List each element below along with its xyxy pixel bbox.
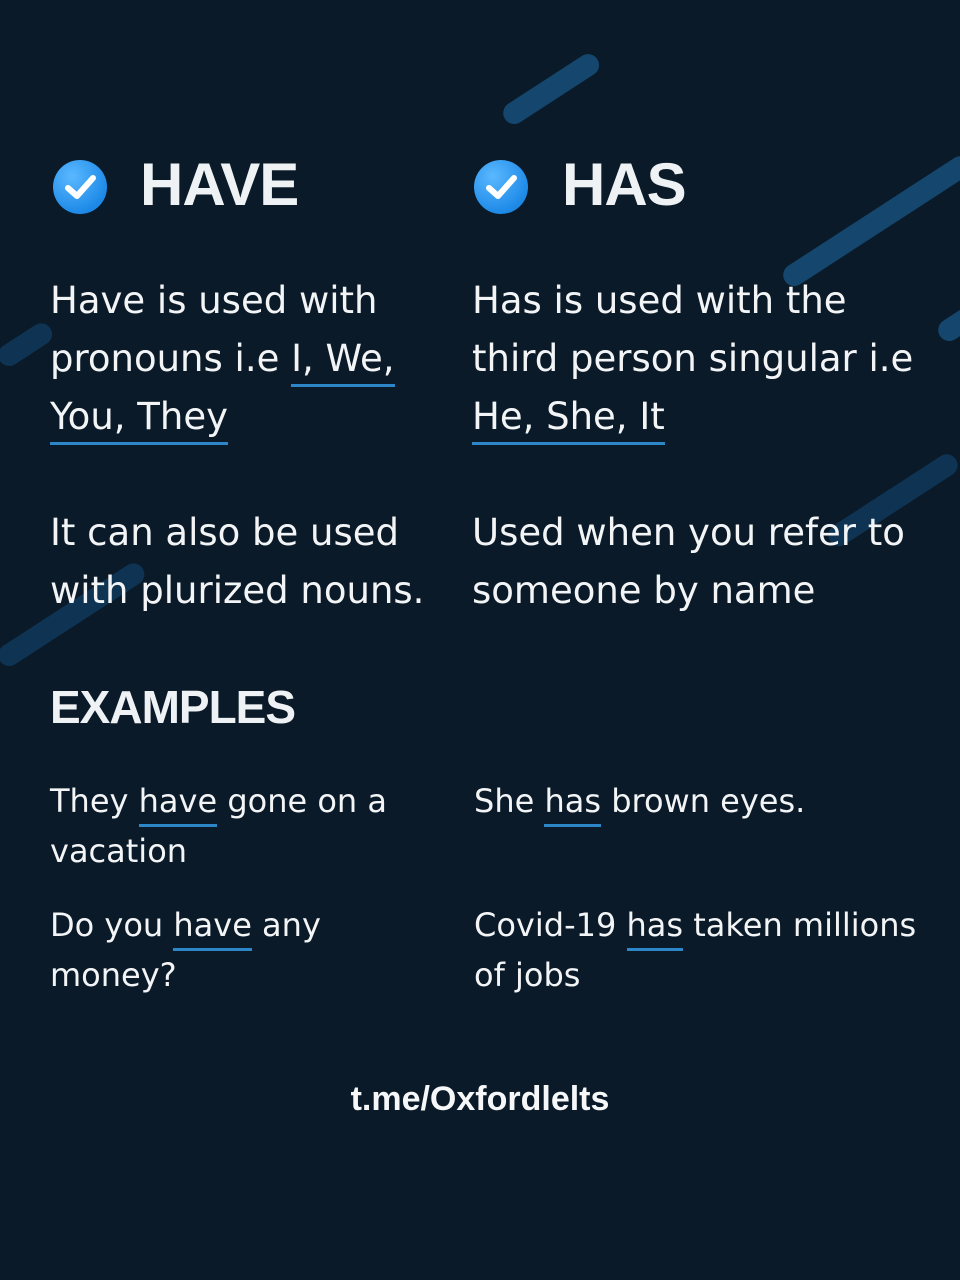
check-circle-icon <box>53 160 107 214</box>
has-description: Has is used with the third person singul… <box>472 272 922 446</box>
have-example: They have gone on a vacation <box>50 782 387 870</box>
decorative-stripe <box>0 319 57 371</box>
example-keyword: have <box>173 906 252 951</box>
channel-link[interactable]: t.me/Oxfordlelts <box>0 1080 960 1119</box>
have-pronouns-underlined: You, They <box>50 395 229 445</box>
have-description: Have is used with pronouns i.e I, We, Yo… <box>50 272 440 446</box>
example-keyword: have <box>138 782 218 827</box>
check-circle-icon <box>474 160 528 214</box>
example-keyword: has <box>626 906 684 951</box>
examples-title: EXAMPLES <box>50 681 296 733</box>
has-title: HAS <box>562 151 687 218</box>
has-pronouns-underlined: He, She, It <box>472 395 665 445</box>
example-keyword: has <box>544 782 602 827</box>
have-pronouns-underlined: I, We, <box>291 337 395 387</box>
has-example: She has brown eyes. <box>474 776 924 827</box>
has-example: Covid-19 has taken millions of jobs <box>474 906 917 994</box>
have-example: Do you have any money? <box>50 906 321 994</box>
have-plural-note: It can also be used with plurized nouns. <box>50 511 425 612</box>
decorative-stripe <box>934 294 960 346</box>
has-name-note: Used when you refer to someone by name <box>472 511 905 612</box>
has-description-text: Has is used with the third person singul… <box>472 279 914 380</box>
decorative-stripe <box>499 49 604 129</box>
decorative-stripe <box>779 151 960 291</box>
have-title: HAVE <box>140 151 299 218</box>
